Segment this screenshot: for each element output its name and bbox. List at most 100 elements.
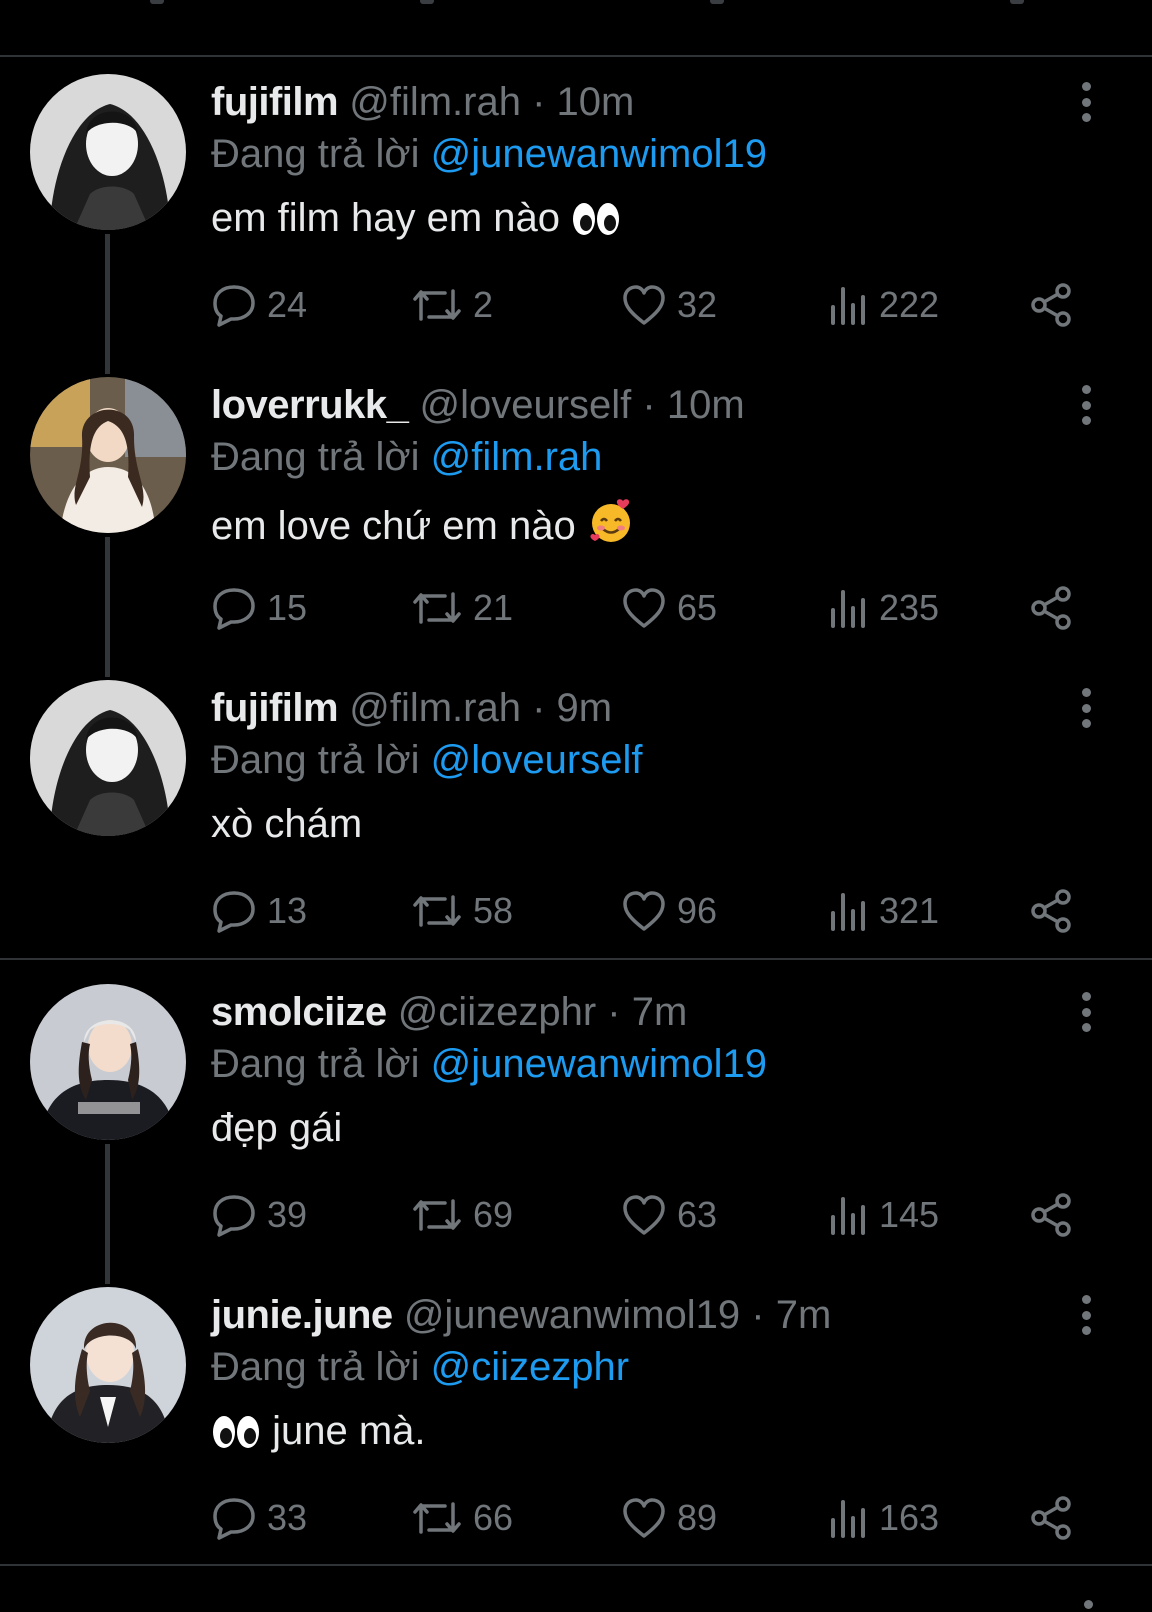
share-button[interactable]	[1029, 280, 1085, 330]
reply-prefix: Đang trả lời	[211, 435, 420, 479]
share-button[interactable]	[1029, 1493, 1085, 1543]
handle[interactable]: @film.rah	[349, 686, 521, 730]
display-name[interactable]: loverrukk_	[211, 383, 409, 427]
reply-context: Đang trả lời @loveurself	[211, 736, 642, 784]
timestamp[interactable]: 10m	[557, 80, 635, 124]
like-button[interactable]: 65	[621, 583, 717, 633]
views-button[interactable]: 145	[827, 1190, 939, 1240]
tweet[interactable]: junie.june @junewanwimol19 · 7m Đang trả…	[0, 1271, 1152, 1573]
separator: ·	[751, 1293, 765, 1337]
share-button[interactable]	[1029, 583, 1085, 633]
display-name[interactable]: fujifilm	[211, 80, 339, 124]
retweet-icon	[413, 895, 461, 927]
reply-mention[interactable]: @junewanwimol19	[431, 132, 767, 176]
timestamp[interactable]: 7m	[776, 1293, 832, 1337]
handle[interactable]: @loveurself	[419, 383, 631, 427]
share-button[interactable]	[1029, 1190, 1085, 1240]
timestamp[interactable]: 10m	[667, 383, 745, 427]
handle[interactable]: @ciizezphr	[398, 990, 596, 1034]
eyes-emoji-icon	[571, 200, 621, 248]
like-button[interactable]: 89	[621, 1493, 717, 1543]
tweet[interactable]: fujifilm @film.rah · 10m Đang trả lời @j…	[0, 58, 1152, 374]
heart-icon	[623, 285, 665, 325]
retweet-count: 66	[473, 1497, 514, 1538]
display-name[interactable]: junie.june	[211, 1293, 393, 1337]
tweet[interactable]: fujifilm @film.rah · 9m Đang trả lời @lo…	[0, 664, 1152, 966]
retweet-icon	[413, 289, 461, 321]
reply-button[interactable]: 13	[211, 886, 307, 936]
more-options-icon[interactable]	[1076, 1295, 1096, 1335]
avatar[interactable]	[30, 1287, 186, 1443]
retweet-button[interactable]: 2	[411, 280, 493, 330]
reply-icon	[213, 285, 255, 327]
tweet-text: june mà.	[211, 1407, 426, 1461]
handle[interactable]: @junewanwimol19	[404, 1293, 740, 1337]
reply-prefix: Đang trả lời	[211, 132, 420, 176]
reply-context: Đang trả lời @ciizezphr	[211, 1343, 629, 1391]
avatar[interactable]	[30, 984, 186, 1140]
retweet-button[interactable]: 69	[411, 1190, 513, 1240]
tweet-text: xò chám	[211, 800, 362, 848]
display-name[interactable]: smolciize	[211, 990, 387, 1034]
views-count: 235	[879, 587, 940, 628]
reply-button[interactable]: 33	[211, 1493, 307, 1543]
tweet-header: smolciize @ciizezphr · 7m	[211, 988, 687, 1036]
divider	[0, 55, 1152, 57]
share-icon	[1031, 283, 1071, 327]
share-button[interactable]	[1029, 886, 1085, 936]
bar-chart-icon	[831, 590, 865, 628]
thread-line	[105, 234, 110, 374]
avatar[interactable]	[30, 377, 186, 533]
separator: ·	[532, 686, 546, 730]
top-strip	[0, 0, 1152, 57]
reply-button[interactable]: 24	[211, 280, 307, 330]
reply-icon	[213, 1498, 255, 1540]
tweet-text-content: đẹp gái	[211, 1106, 343, 1150]
views-button[interactable]: 222	[827, 280, 939, 330]
tweet-text-content: em love chứ em nào	[211, 504, 576, 548]
retweet-button[interactable]: 66	[411, 1493, 513, 1543]
timestamp[interactable]: 7m	[632, 990, 688, 1034]
tweet-header: loverrukk_ @loveurself · 10m	[211, 381, 745, 429]
reply-button[interactable]: 39	[211, 1190, 307, 1240]
views-button[interactable]: 321	[827, 886, 939, 936]
tweet-text: em film hay em nào	[211, 194, 621, 248]
eyes-emoji-icon	[211, 1413, 261, 1461]
reply-button[interactable]: 15	[211, 583, 307, 633]
more-options-icon[interactable]	[1076, 385, 1096, 425]
handle[interactable]: @film.rah	[349, 80, 521, 124]
reply-mention[interactable]: @ciizezphr	[431, 1345, 629, 1389]
retweet-icon	[413, 1502, 461, 1534]
retweet-button[interactable]: 21	[411, 583, 513, 633]
display-name[interactable]: fujifilm	[211, 686, 339, 730]
more-options-icon[interactable]	[1076, 992, 1096, 1032]
views-count: 145	[879, 1194, 940, 1235]
reply-mention[interactable]: @film.rah	[431, 435, 603, 479]
retweet-button[interactable]: 58	[411, 886, 513, 936]
reply-context: Đang trả lời @junewanwimol19	[211, 1040, 767, 1088]
views-button[interactable]: 235	[827, 583, 939, 633]
reply-context: Đang trả lời @film.rah	[211, 433, 602, 481]
like-button[interactable]: 63	[621, 1190, 717, 1240]
retweet-count: 21	[473, 587, 514, 628]
like-button[interactable]: 32	[621, 280, 717, 330]
partial-icon	[150, 0, 164, 4]
tweet[interactable]: smolciize @ciizezphr · 7m Đang trả lời @…	[0, 968, 1152, 1284]
like-count: 32	[677, 284, 718, 325]
like-button[interactable]: 96	[621, 886, 717, 936]
views-button[interactable]: 163	[827, 1493, 939, 1543]
avatar[interactable]	[30, 680, 186, 836]
like-count: 65	[677, 587, 718, 628]
smiling-face-with-hearts-emoji-icon	[587, 497, 635, 556]
tweet-text: đẹp gái	[211, 1104, 342, 1152]
tweet-header: fujifilm @film.rah · 10m	[211, 78, 634, 126]
reply-mention[interactable]: @loveurself	[431, 738, 643, 782]
avatar[interactable]	[30, 74, 186, 230]
timestamp[interactable]: 9m	[557, 686, 613, 730]
more-options-icon[interactable]	[1076, 688, 1096, 728]
more-options-icon[interactable]	[1076, 82, 1096, 122]
reply-mention[interactable]: @junewanwimol19	[431, 1042, 767, 1086]
tweet[interactable]: loverrukk_ @loveurself · 10m Đang trả lờ…	[0, 361, 1152, 677]
reply-prefix: Đang trả lời	[211, 738, 420, 782]
reply-count: 13	[267, 890, 308, 931]
